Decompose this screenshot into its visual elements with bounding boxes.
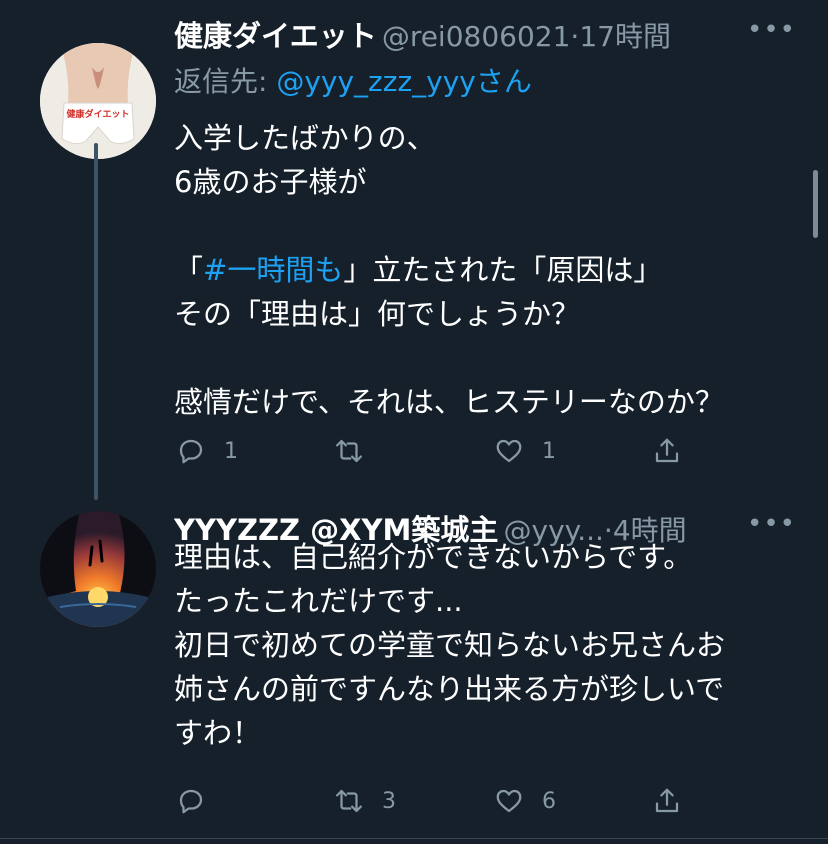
- avatar[interactable]: 健康ダイエット: [40, 43, 156, 159]
- tweet-line: 初日で初めての学童で知らないお兄さんお: [174, 628, 726, 662]
- tweet[interactable]: 健康ダイエット 健康ダイエット @rei0806021·17時間 ••• 返信先…: [0, 0, 828, 500]
- reply-button[interactable]: [176, 781, 224, 821]
- divider: [0, 838, 828, 839]
- like-icon: [496, 439, 522, 463]
- hashtag-link[interactable]: #一時間も: [203, 253, 343, 287]
- tweet-line-hashtag: 「#一時間も」立たされた「原因は」: [174, 248, 804, 292]
- more-icon[interactable]: •••: [747, 15, 796, 45]
- avatar[interactable]: [40, 511, 156, 627]
- tweet-line: [174, 336, 804, 380]
- reply-icon: [179, 439, 203, 464]
- display-name[interactable]: 健康ダイエット: [174, 19, 377, 53]
- reply-button[interactable]: 1: [176, 431, 238, 471]
- tweet-line: 入学したばかりの、: [174, 121, 436, 155]
- text-fragment: 」立たされた「原因は」: [343, 253, 663, 287]
- separator: ·: [570, 20, 580, 53]
- like-button[interactable]: 6: [494, 781, 556, 821]
- retweet-icon: [336, 789, 362, 813]
- scrollbar[interactable]: [813, 170, 818, 238]
- retweet-icon: [336, 439, 362, 463]
- tweet-line: たったこれだけです...: [174, 584, 463, 618]
- tweet-line: 理由は、自己紹介ができないからです。: [174, 540, 693, 574]
- tweet-line: [174, 204, 804, 248]
- text-fragment: 「: [174, 253, 204, 287]
- tweet-actions: 3 6: [0, 781, 828, 821]
- avatar-image: 健康ダイエット: [40, 43, 156, 159]
- share-icon: [655, 788, 679, 813]
- timestamp[interactable]: 17時間: [579, 20, 671, 53]
- handle[interactable]: @rei0806021: [382, 20, 571, 53]
- tweet-line: その「理由は」何でしょうか？: [174, 297, 581, 331]
- reply-count: 1: [224, 438, 238, 464]
- tweet-line: 姉さんの前ですんなり出来る方が珍しいで: [174, 672, 725, 706]
- reply-to: 返信先: @yyy_zzz_yyyさん: [174, 60, 532, 100]
- like-button[interactable]: 1: [494, 431, 556, 471]
- reply-to-label: 返信先:: [174, 65, 268, 98]
- tweet-line: すわ！: [174, 716, 262, 750]
- tweet-line: 感情だけで、それは、ヒステリーなのか？: [174, 385, 724, 419]
- share-icon: [655, 438, 679, 463]
- reply-icon: [179, 789, 203, 814]
- tweet-actions: 1 1: [0, 431, 828, 471]
- like-icon: [496, 789, 522, 813]
- retweet-button[interactable]: [334, 431, 382, 471]
- like-count: 6: [542, 788, 556, 814]
- like-count: 1: [542, 438, 556, 464]
- tweet-header: 健康ダイエット @rei0806021·17時間 •••: [174, 13, 808, 53]
- svg-text:健康ダイエット: 健康ダイエット: [67, 108, 130, 120]
- tweet-line: 6歳のお子様が: [174, 165, 367, 199]
- reply-to-mention[interactable]: @yyy_zzz_yyyさん: [276, 65, 532, 98]
- retweet-count: 3: [382, 788, 396, 814]
- tweet-text: 理由は、自己紹介ができないからです。 たったこれだけです... 初日で初めての学…: [174, 535, 804, 755]
- retweet-button[interactable]: 3: [334, 781, 396, 821]
- avatar-image: [40, 511, 156, 627]
- share-button[interactable]: [652, 431, 682, 471]
- tweet-text: 入学したばかりの、 6歳のお子様が 「#一時間も」立たされた「原因は」 その「理…: [174, 116, 804, 424]
- share-button[interactable]: [652, 781, 682, 821]
